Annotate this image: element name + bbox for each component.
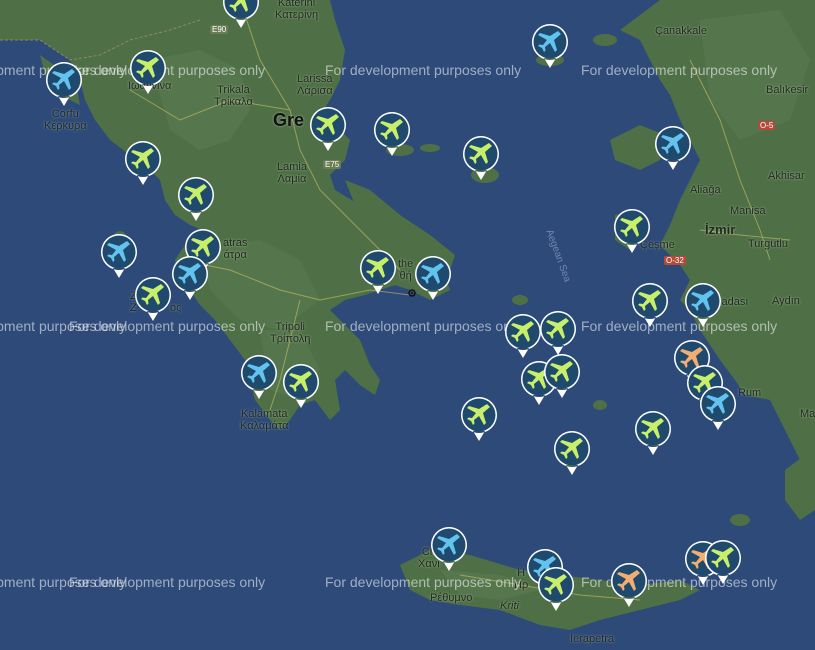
road-badge-o32: O-32 [664, 256, 686, 265]
airplane-icon [124, 141, 161, 185]
place-label-izmir: İzmir [705, 222, 736, 237]
aircraft-marker[interactable] [281, 362, 321, 410]
aircraft-marker[interactable] [461, 134, 501, 182]
aircraft-marker[interactable] [123, 139, 163, 187]
aircraft-marker[interactable] [308, 105, 348, 153]
place-label-trikala: Trikala Τρίκαλα [214, 84, 253, 108]
place-label-ierapetra: Ierapetra [570, 633, 615, 645]
airplane-icon [460, 397, 497, 441]
aircraft-marker[interactable] [133, 275, 173, 323]
aircraft-marker[interactable] [503, 312, 543, 360]
map-viewport[interactable]: Katerini Κατερίνη Larissa Λάρισα Trikala Τρ… [0, 0, 815, 650]
airplane-icon [309, 107, 346, 151]
airplane-icon [171, 256, 208, 300]
airplane-icon [282, 364, 319, 408]
airplane-icon [684, 283, 721, 327]
airplane-icon [462, 136, 499, 180]
road-badge-o5: O-5 [758, 121, 776, 130]
airplane-icon [553, 431, 590, 475]
aircraft-marker[interactable] [552, 429, 592, 477]
aircraft-marker[interactable] [630, 281, 670, 329]
aircraft-marker[interactable] [653, 124, 693, 172]
place-label-corfu: Corfu Κέρκυρα [44, 108, 87, 132]
place-label-athens: the θή [398, 258, 414, 282]
airplane-icon [537, 567, 574, 611]
place-label-kriti: Kriti [500, 600, 519, 612]
airplane-icon [222, 0, 259, 28]
airplane-icon [240, 355, 277, 399]
place-label-canakkale: Çanakkale [655, 25, 707, 37]
aircraft-marker[interactable] [633, 409, 673, 457]
place-label-lamia: Lamia Λαμία [277, 161, 307, 185]
aircraft-marker[interactable] [128, 48, 168, 96]
airplane-icon [45, 62, 82, 106]
place-label-bodrum: Rum [738, 387, 762, 399]
airplane-icon [543, 354, 580, 398]
place-label-kalamata: Kalamata Καλαμάτα [240, 408, 289, 432]
aircraft-marker[interactable] [413, 254, 453, 302]
place-label-rethymno: Ρέθυμνο [430, 592, 473, 604]
aircraft-marker[interactable] [609, 561, 649, 609]
place-label-larissa: Larissa Λάρισα [297, 73, 333, 97]
place-label-aydin: Aydın [772, 295, 800, 307]
airplane-icon [704, 540, 741, 584]
aircraft-marker[interactable] [44, 60, 84, 108]
place-label-katerini: Katerini Κατερίνη [275, 0, 319, 21]
aircraft-marker[interactable] [536, 565, 576, 613]
airplane-icon [699, 386, 736, 430]
airplane-icon [610, 563, 647, 607]
airplane-icon [373, 112, 410, 156]
airplane-icon [177, 177, 214, 221]
aircraft-marker[interactable] [99, 232, 139, 280]
aircraft-marker[interactable] [372, 110, 412, 158]
place-label-manisa: Manisa [730, 205, 766, 217]
airplane-icon [634, 411, 671, 455]
airplane-icon [613, 209, 650, 253]
aircraft-marker[interactable] [358, 248, 398, 296]
airplane-icon [359, 250, 396, 294]
airplane-icon [654, 126, 691, 170]
road-badge-e75: E75 [323, 160, 342, 169]
airplane-icon [539, 311, 576, 355]
airplane-icon [134, 277, 171, 321]
place-label-marmaris: Ma [800, 408, 815, 420]
airplane-icon [100, 234, 137, 278]
place-label-turgutlu: Turgutlu [748, 238, 788, 250]
place-label-tripoli: Tripoli Τρίπολη [270, 321, 311, 345]
aircraft-marker[interactable] [683, 281, 723, 329]
airplane-icon [129, 50, 166, 94]
place-label-patras: atras άτρα [223, 237, 248, 261]
airplane-icon [504, 314, 541, 358]
aircraft-marker[interactable] [538, 309, 578, 357]
aircraft-marker[interactable] [170, 254, 210, 302]
aircraft-marker[interactable] [176, 175, 216, 223]
aircraft-marker[interactable] [530, 22, 570, 70]
country-label-greece: Gre [273, 110, 305, 130]
aircraft-marker[interactable] [703, 538, 743, 586]
aircraft-marker[interactable] [429, 525, 469, 573]
aircraft-marker[interactable] [221, 0, 261, 30]
aircraft-marker[interactable] [542, 352, 582, 400]
airplane-icon [430, 527, 467, 571]
airplane-icon [631, 283, 668, 327]
place-label-akhisar: Akhisar [768, 170, 805, 182]
airplane-icon [531, 24, 568, 68]
aircraft-marker[interactable] [459, 395, 499, 443]
place-label-balikesir: Balıkesir [766, 84, 809, 96]
aircraft-marker[interactable] [612, 207, 652, 255]
place-label-aliaga: Aliağa [690, 184, 721, 196]
airplane-icon [414, 256, 451, 300]
aircraft-marker[interactable] [239, 353, 279, 401]
aircraft-marker[interactable] [698, 384, 738, 432]
